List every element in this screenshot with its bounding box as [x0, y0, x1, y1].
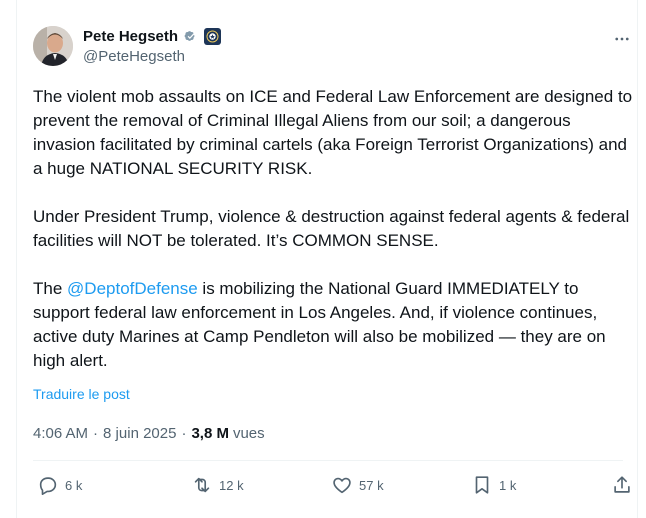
verified-badge-icon[interactable]	[182, 27, 200, 45]
reply-count: 6 k	[65, 477, 83, 493]
name-row: Pete Hegseth	[83, 27, 222, 45]
meta-separator: ·	[181, 425, 187, 442]
author-name[interactable]: Pete Hegseth	[83, 28, 178, 45]
repost-button[interactable]: 12 k	[191, 474, 244, 496]
paragraph-text: The violent mob assaults on ICE and Fede…	[33, 87, 633, 178]
repost-count: 12 k	[219, 477, 244, 493]
post-time[interactable]: 4:06 AM	[33, 425, 88, 442]
share-button[interactable]	[611, 474, 633, 496]
reply-button[interactable]: 6 k	[37, 474, 82, 496]
paragraph-text: Under President Trump, violence & destru…	[33, 207, 630, 250]
bookmark-count: 1 k	[499, 477, 517, 493]
post-meta: 4:06 AM · 8 juin 2025 · 3,8 M vues	[33, 425, 265, 442]
share-icon	[614, 476, 630, 493]
post-header: Pete Hegseth @PeteHegseth	[33, 26, 633, 68]
divider	[33, 460, 623, 461]
government-affiliation-icon[interactable]	[204, 27, 222, 45]
post-paragraph-1: The violent mob assaults on ICE and Fede…	[33, 85, 635, 181]
action-bar: 6 k 12 k 57 k 1 k	[37, 474, 630, 498]
paragraph-text: The	[33, 279, 68, 298]
views-label: vues	[232, 425, 265, 442]
more-icon[interactable]	[611, 28, 633, 50]
post-paragraph-3: The @DeptofDefense is mobilizing the Nat…	[33, 277, 635, 373]
heart-icon	[333, 477, 351, 494]
post-text: The violent mob assaults on ICE and Fede…	[33, 85, 635, 373]
bookmark-button[interactable]: 1 k	[471, 474, 516, 496]
post-card: Pete Hegseth @PeteHegseth The violent mo…	[16, 0, 638, 518]
author-handle[interactable]: @PeteHegseth	[83, 48, 185, 65]
repost-icon	[194, 477, 210, 493]
mention-link[interactable]: @DeptofDefense	[67, 279, 198, 298]
meta-separator: ·	[93, 425, 99, 442]
views-count: 3,8 M	[191, 425, 229, 442]
like-button[interactable]: 57 k	[331, 474, 384, 496]
avatar[interactable]	[33, 26, 73, 66]
post-paragraph-2: Under President Trump, violence & destru…	[33, 205, 635, 253]
like-count: 57 k	[359, 477, 384, 493]
translate-link[interactable]: Traduire le post	[33, 386, 130, 402]
bookmark-icon	[475, 476, 489, 494]
post-date[interactable]: 8 juin 2025	[103, 425, 176, 442]
reply-icon	[39, 477, 57, 495]
